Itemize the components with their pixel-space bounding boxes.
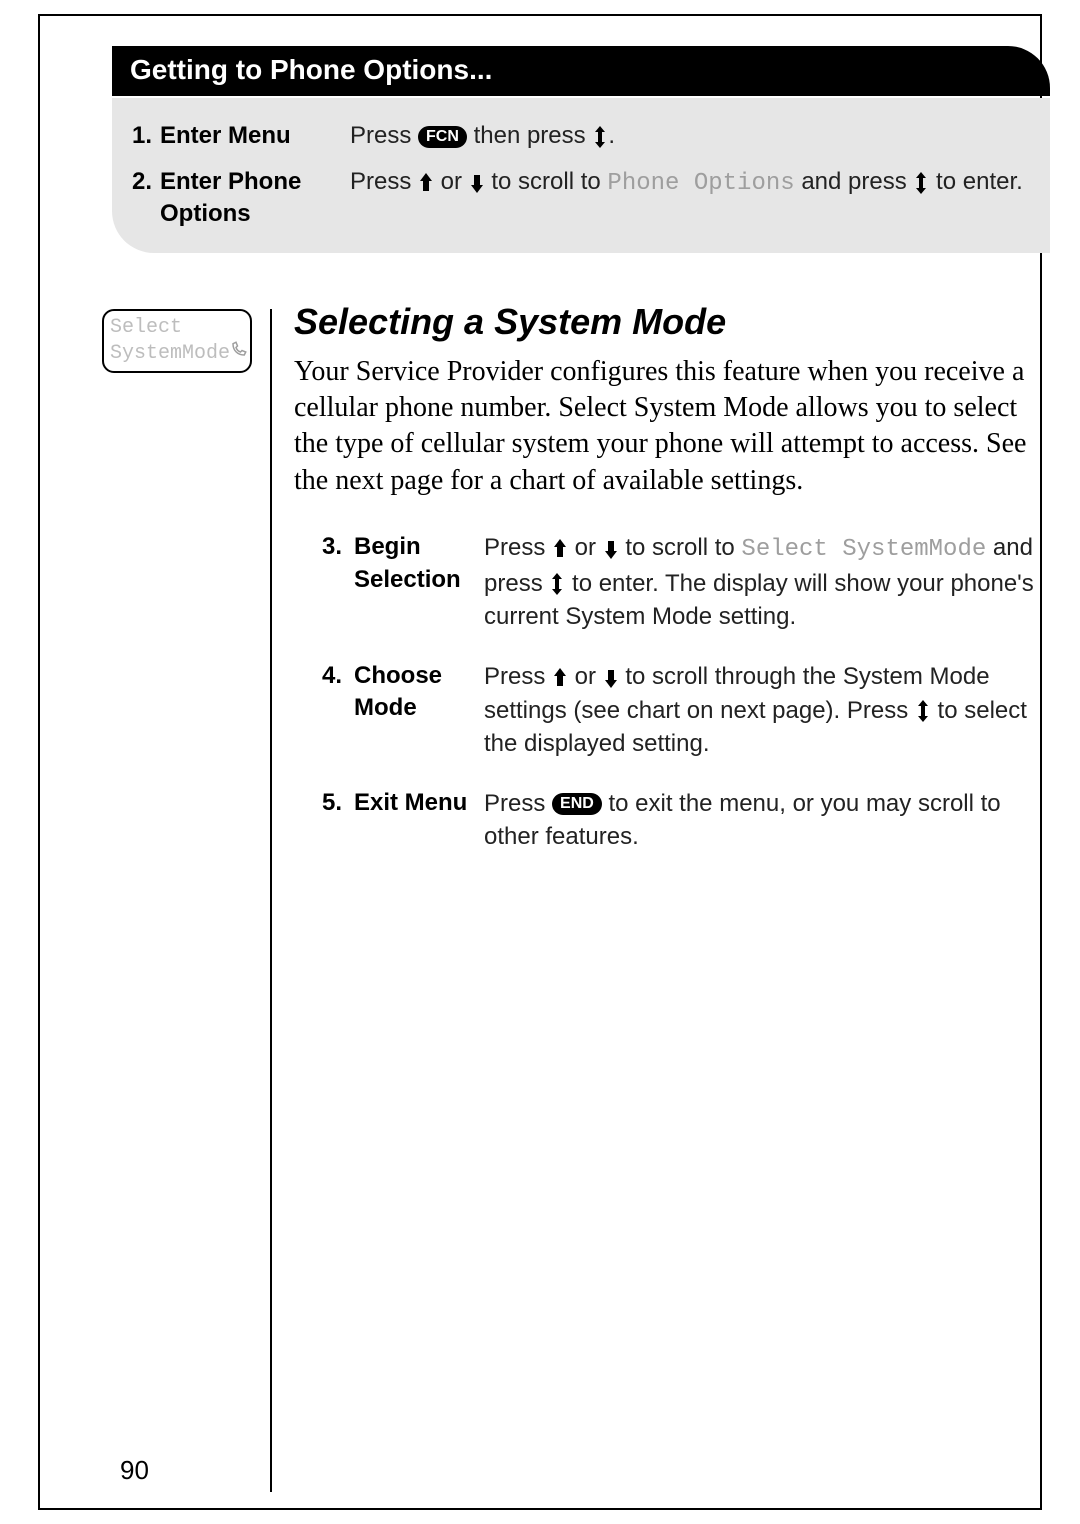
page-number: 90: [120, 1455, 149, 1486]
arrow-down-icon: [469, 171, 485, 195]
step-description: Press or to scroll to Phone Options and …: [350, 166, 1030, 200]
step-number: 3.: [322, 531, 354, 563]
page-frame: Getting to Phone Options... 1.Enter Menu…: [38, 14, 1042, 1510]
step-description: Press or to scroll through the System Mo…: [484, 660, 1050, 761]
step-number: 5.: [322, 787, 354, 819]
section-title: Selecting a System Mode: [294, 302, 1050, 342]
step-number: 2.: [132, 166, 160, 197]
lcd-text: Select SystemMode: [741, 536, 986, 563]
intro-row: 1.Enter MenuPress FCN then press .: [132, 120, 1030, 152]
step-description: Press or to scroll to Select SystemMode …: [484, 531, 1050, 634]
step-number: 1.: [132, 120, 160, 151]
vertical-divider: [270, 309, 272, 1492]
step-row: 5.Exit MenuPress END to exit the menu, o…: [322, 787, 1050, 854]
arrow-up-icon: [552, 666, 568, 690]
section-paragraph: Your Service Provider configures this fe…: [294, 354, 1050, 500]
step-label: Begin Selection: [354, 531, 484, 596]
arrow-down-icon: [603, 537, 619, 561]
step-label: Enter Phone Options: [160, 166, 350, 228]
step-label: Exit Menu: [354, 787, 484, 819]
phone-icon: [230, 340, 248, 366]
end-key-icon: END: [552, 793, 602, 815]
arrow-updown-icon: [915, 699, 931, 723]
arrow-updown-icon: [913, 171, 929, 195]
step-row: 4.Choose ModePress or to scroll through …: [322, 660, 1050, 761]
steps-table: 3.Begin SelectionPress or to scroll to S…: [294, 531, 1050, 854]
arrow-down-icon: [603, 666, 619, 690]
lcd-line2: SystemMode: [110, 341, 230, 366]
arrow-updown-icon: [549, 572, 565, 596]
step-label: Choose Mode: [354, 660, 484, 725]
arrow-updown-icon: [592, 125, 608, 149]
intro-box: 1.Enter MenuPress FCN then press . 2.Ente…: [112, 98, 1050, 253]
main-content: Selecting a System Mode Your Service Pro…: [294, 302, 1050, 880]
fcn-key-icon: FCN: [418, 126, 467, 148]
arrow-up-icon: [552, 537, 568, 561]
lcd-card: Select SystemMode: [102, 309, 252, 373]
step-label: Enter Menu: [160, 120, 350, 151]
intro-row: 2.Enter Phone OptionsPress or to scroll …: [132, 166, 1030, 228]
step-number: 4.: [322, 660, 354, 692]
arrow-up-icon: [418, 171, 434, 195]
header-bar: Getting to Phone Options...: [112, 46, 1050, 96]
step-row: 3.Begin SelectionPress or to scroll to S…: [322, 531, 1050, 634]
step-description: Press FCN then press .: [350, 120, 1030, 152]
step-description: Press END to exit the menu, or you may s…: [484, 787, 1050, 854]
lcd-line1: Select: [110, 315, 244, 340]
lcd-text: Phone Options: [607, 170, 794, 197]
